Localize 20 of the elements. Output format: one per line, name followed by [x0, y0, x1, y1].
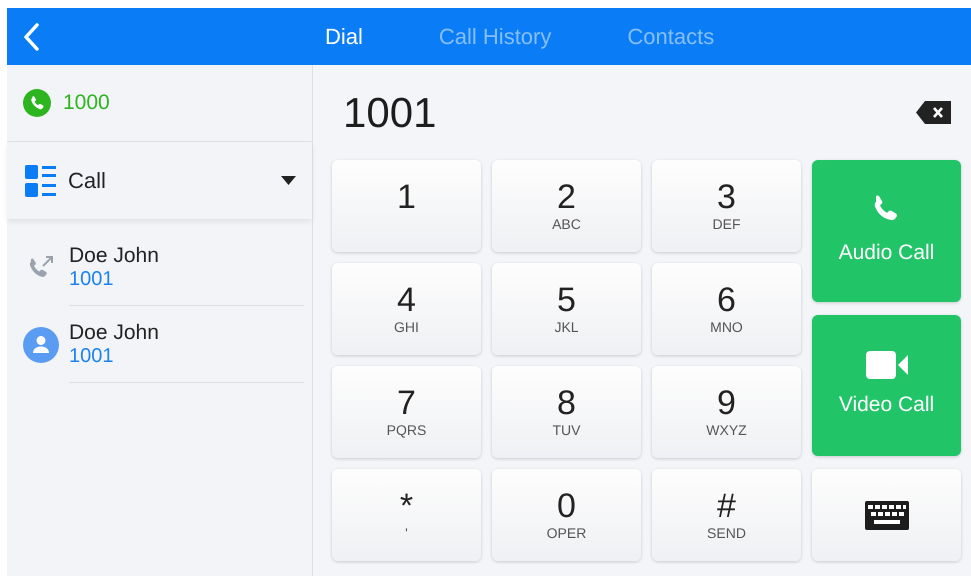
dial-key[interactable]: 8 TUV: [492, 366, 641, 458]
dial-key[interactable]: 9 WXYZ: [652, 366, 801, 458]
dial-key[interactable]: # SEND: [652, 469, 801, 561]
call-mode-dropdown[interactable]: Call: [7, 142, 312, 219]
dial-number-field[interactable]: 1001: [343, 81, 743, 144]
dial-key[interactable]: 0 OPER: [492, 469, 641, 561]
contact-number: 1001: [69, 268, 114, 290]
account-number: 1000: [63, 90, 110, 116]
contact-number: 1001: [69, 344, 114, 367]
dial-key[interactable]: 5 JKL: [492, 263, 641, 355]
dial-key[interactable]: * ': [332, 469, 481, 561]
contact-name: Doe John: [69, 244, 160, 268]
tab[interactable]: Dial: [287, 8, 401, 65]
dial-key[interactable]: 3 DEF: [652, 160, 801, 252]
dial-key[interactable]: 7 PQRS: [332, 366, 481, 458]
dial-key[interactable]: 4 GHI: [332, 263, 481, 355]
dial-key[interactable]: 6 MNO: [652, 263, 801, 355]
contact-name: Doe John: [69, 321, 160, 345]
dial-key[interactable]: 2 ABC: [492, 160, 641, 252]
dial-key[interactable]: 1: [332, 160, 481, 252]
